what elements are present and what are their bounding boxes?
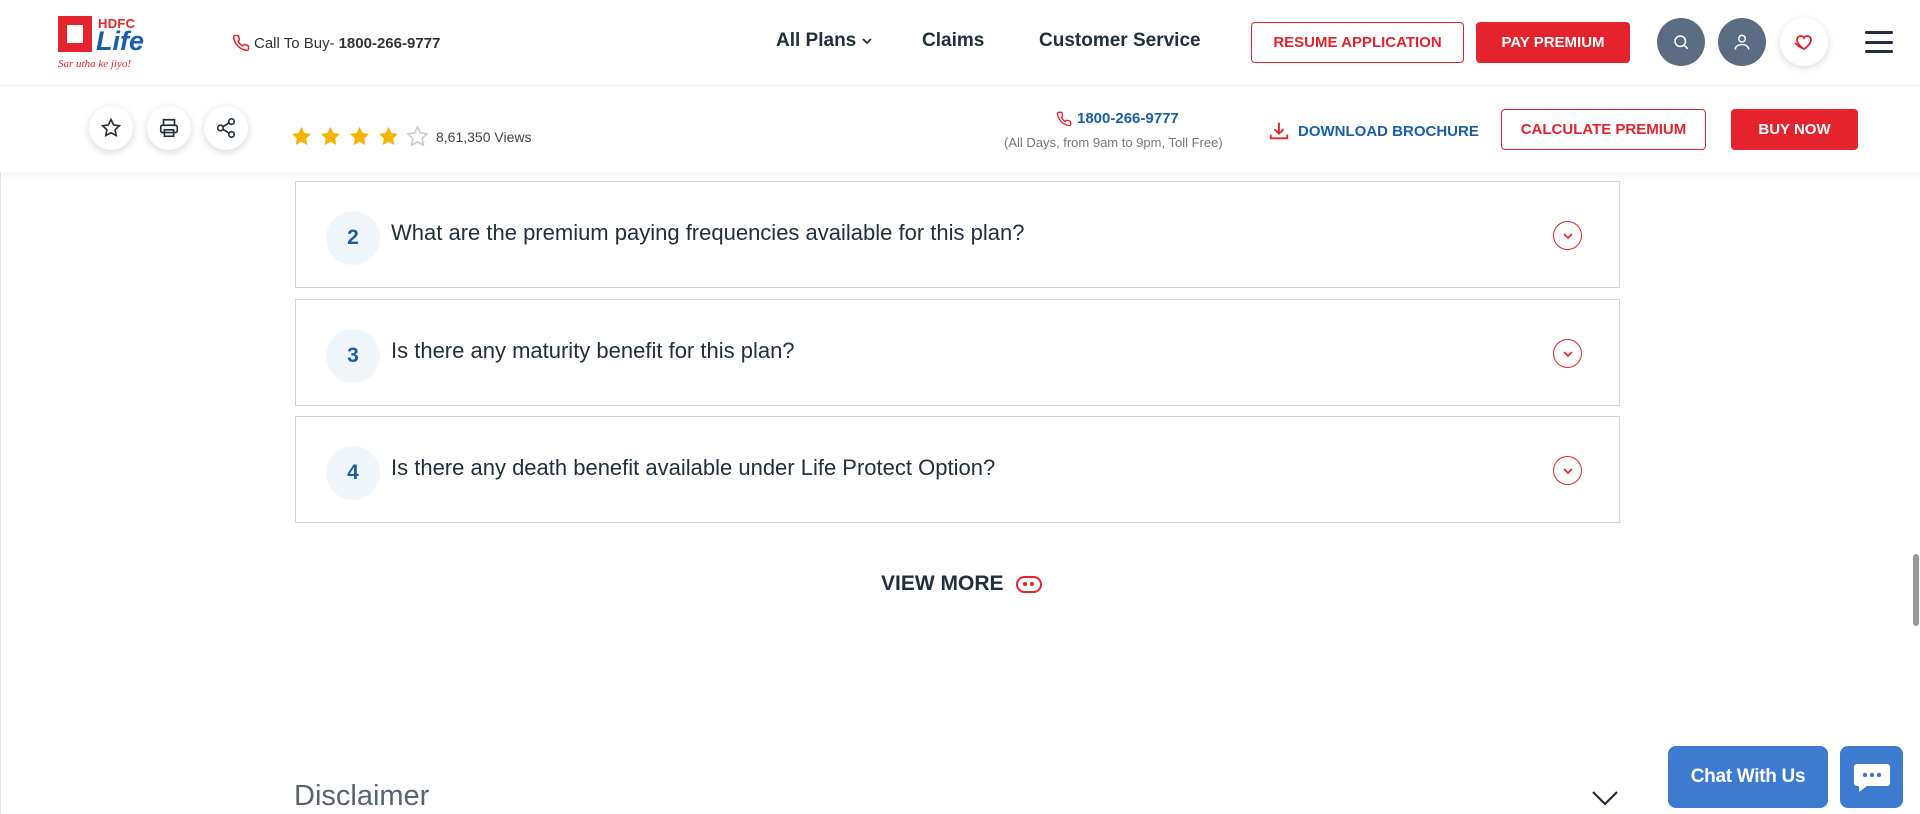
faq-question[interactable]: Is there any maturity benefit for this p… xyxy=(391,338,795,364)
heart-hand-icon xyxy=(1794,35,1812,51)
star-outline-icon xyxy=(100,117,122,138)
download-icon xyxy=(1269,122,1289,140)
faq-expand-toggle[interactable] xyxy=(1553,339,1582,368)
logo-name: Life xyxy=(96,26,145,56)
calculate-premium-button[interactable]: CALCULATE PREMIUM xyxy=(1501,109,1706,150)
star-empty-icon xyxy=(406,125,429,147)
chevron-down-icon[interactable] xyxy=(1591,789,1619,807)
view-more-label: VIEW MORE xyxy=(881,572,1004,595)
faq-number: 2 xyxy=(326,211,380,265)
call-to-buy-label: Call To Buy- xyxy=(254,34,335,52)
chat-with-us-button[interactable]: Chat With Us xyxy=(1668,746,1828,808)
faq-expand-toggle[interactable] xyxy=(1553,221,1582,250)
star-filled-icon xyxy=(379,126,398,146)
chat-bubble-button[interactable] xyxy=(1840,746,1903,808)
nav-customer-service-label: Customer Service xyxy=(1039,30,1201,51)
pay-premium-button[interactable]: PAY PREMIUM xyxy=(1476,22,1630,63)
disclaimer-heading[interactable]: Disclaimer xyxy=(294,780,429,813)
faq-item[interactable]: 2 What are the premium paying frequencie… xyxy=(295,181,1620,288)
site-header: HDFC Life Sar utha ke jiyo! Call To Buy-… xyxy=(0,0,1920,86)
chat-icon xyxy=(1853,764,1890,792)
search-button[interactable] xyxy=(1657,18,1705,66)
nav-all-plans[interactable]: All Plans xyxy=(776,30,872,52)
support-hours: (All Days, from 9am to 9pm, Toll Free) xyxy=(1004,135,1223,150)
more-dots-icon xyxy=(1015,575,1042,593)
faq-number: 4 xyxy=(326,446,380,500)
call-to-buy[interactable]: Call To Buy- 1800-266-9777 xyxy=(232,34,440,52)
print-button[interactable] xyxy=(147,106,191,150)
toll-free-phone[interactable]: 1800-266-9777 xyxy=(1056,110,1179,127)
phone-icon xyxy=(232,34,250,52)
resume-application-button[interactable]: RESUME APPLICATION xyxy=(1251,22,1464,63)
view-more-button[interactable]: VIEW MORE xyxy=(881,572,1042,596)
nav-all-plans-label: All Plans xyxy=(776,30,857,51)
wellness-button[interactable] xyxy=(1780,18,1828,66)
faq-item[interactable]: 3 Is there any maturity benefit for this… xyxy=(295,299,1620,406)
search-icon xyxy=(1674,35,1689,50)
faq-number: 3 xyxy=(326,329,380,383)
chevron-down-icon xyxy=(862,38,872,45)
toll-free-number: 1800-266-9777 xyxy=(1077,110,1179,127)
phone-icon xyxy=(1056,111,1072,126)
printer-icon xyxy=(159,118,179,138)
nav-claims[interactable]: Claims xyxy=(922,30,984,52)
page-scrollbar-thumb[interactable] xyxy=(1913,554,1919,626)
faq-expand-toggle[interactable] xyxy=(1553,456,1582,485)
logo-mark xyxy=(58,16,92,52)
nav-claims-label: Claims xyxy=(922,30,985,51)
nav-customer-service[interactable]: Customer Service xyxy=(1039,30,1201,52)
faq-question[interactable]: Is there any death benefit available und… xyxy=(391,455,995,481)
star-filled-icon xyxy=(292,126,311,146)
chevron-down-icon xyxy=(1562,467,1573,474)
faq-item[interactable]: 4 Is there any death benefit available u… xyxy=(295,416,1620,523)
chevron-down-icon xyxy=(1562,350,1573,357)
bookmark-button[interactable] xyxy=(89,106,133,150)
star-filled-icon xyxy=(350,126,369,146)
menu-icon[interactable] xyxy=(1865,31,1893,53)
hdfc-life-logo[interactable]: HDFC Life Sar utha ke jiyo! xyxy=(56,16,146,74)
faq-question[interactable]: What are the premium paying frequencies … xyxy=(391,220,1024,246)
download-brochure-link[interactable]: DOWNLOAD BROCHURE xyxy=(1268,120,1479,142)
page-edge xyxy=(0,86,1,814)
product-action-bar: 8,61,350 Views 1800-266-9777 (All Days, … xyxy=(0,86,1920,172)
logo-tagline: Sar utha ke jiyo! xyxy=(58,58,132,70)
share-icon xyxy=(216,118,236,138)
account-button[interactable] xyxy=(1718,18,1766,66)
chevron-down-icon xyxy=(1562,232,1573,239)
call-to-buy-number[interactable]: 1800-266-9777 xyxy=(339,35,441,52)
share-button[interactable] xyxy=(204,106,248,150)
download-brochure-label: DOWNLOAD BROCHURE xyxy=(1298,122,1479,140)
buy-now-button[interactable]: BUY NOW xyxy=(1731,109,1858,150)
user-icon xyxy=(1734,34,1750,50)
view-count: 8,61,350 Views xyxy=(436,129,532,145)
star-filled-icon xyxy=(321,126,340,146)
star-rating xyxy=(289,124,430,149)
